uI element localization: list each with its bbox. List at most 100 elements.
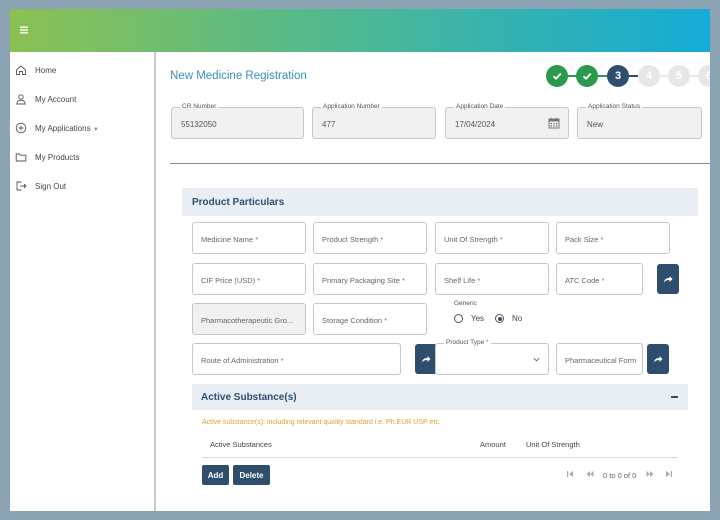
atc-code-lookup-button[interactable] [657, 264, 679, 294]
storage-condition-input[interactable]: Storage Condition * [313, 303, 427, 335]
placeholder-text: Product Strength [322, 235, 379, 244]
step-6[interactable]: 6 [698, 65, 710, 87]
required-mark: * [255, 235, 259, 244]
sidebar-item-my-applications[interactable]: My Applications ▼ [10, 118, 156, 140]
delete-button[interactable]: Delete [233, 465, 270, 485]
pagination-status: 0 to 0 of 0 [603, 471, 637, 480]
chevron-down-icon [533, 357, 540, 362]
application-date-field[interactable]: Application Date 17/04/2024 [445, 103, 569, 139]
placeholder-text: Route of Administration [201, 356, 279, 365]
folder-icon [15, 153, 27, 162]
route-of-administration-input[interactable]: Route of Administration * [192, 343, 401, 375]
product-particulars-header: Product Particulars [182, 188, 698, 216]
active-substances-header[interactable]: Active Substance(s) [192, 384, 688, 410]
step-3[interactable]: 3 [607, 65, 629, 87]
product-type-select[interactable]: Product Type * [435, 339, 549, 375]
step-4[interactable]: 4 [638, 65, 660, 87]
page-title: New Medicine Registration [170, 70, 307, 82]
step-1[interactable] [546, 65, 568, 87]
hamburger-icon[interactable] [20, 26, 28, 34]
generic-no-radio[interactable] [495, 314, 504, 323]
sidebar-item-label-wrap: My Applications ▼ [35, 124, 99, 133]
column-header-unit-of-strength: Unit Of Strength [526, 440, 580, 449]
placeholder-text: ATC Code [565, 276, 600, 285]
field-value: 55132050 [181, 120, 217, 129]
sidebar-item-sign-out[interactable]: Sign Out [10, 176, 156, 198]
required-mark: * [499, 235, 503, 244]
atc-code-input[interactable]: ATC Code * [556, 263, 643, 295]
last-page-icon[interactable] [665, 470, 673, 478]
previous-page-icon[interactable] [586, 470, 594, 478]
step-5[interactable]: 5 [668, 65, 690, 87]
check-icon [582, 72, 592, 80]
required-mark: * [601, 276, 605, 285]
sidebar-item-label: My Products [35, 153, 80, 162]
field-label: Application Date [454, 103, 506, 111]
table-divider [202, 457, 678, 458]
pack-size-input[interactable]: Pack Size * [556, 222, 670, 254]
select-value: Pharmacotherapeutic Gro... [201, 316, 294, 325]
field-value: New [587, 120, 604, 129]
generic-yes-label: Yes [471, 314, 485, 323]
calendar-icon[interactable] [548, 117, 560, 129]
required-mark: * [477, 276, 481, 285]
required-mark: * [280, 356, 284, 365]
placeholder: Shelf Life * [444, 276, 480, 285]
placeholder: ATC Code * [565, 276, 604, 285]
required-mark: * [384, 316, 388, 325]
cr-number-field: CR Number 55132050 [171, 103, 304, 139]
required-mark: * [402, 276, 405, 285]
field-value: 17/04/2024 [455, 120, 496, 129]
shelf-life-input[interactable]: Shelf Life * [435, 263, 549, 295]
sidebar: Home My Account My Applications ▼ My Pro… [10, 52, 156, 511]
placeholder: Pharmaceutical Form * [565, 356, 636, 365]
pharmaceutical-form-lookup-button[interactable] [647, 344, 669, 374]
generic-label: Generic [454, 300, 477, 307]
section-title: Active Substance(s) [201, 392, 297, 403]
collapse-icon[interactable] [671, 396, 678, 398]
placeholder-text: Pharmaceutical Form [565, 356, 636, 365]
placeholder: Unit Of Strength * [444, 235, 503, 244]
field-value: 477 [322, 120, 336, 129]
column-header-amount: Amount [480, 440, 506, 449]
field-label: Application Number [321, 103, 382, 111]
unit-of-strength-input[interactable]: Unit Of Strength * [435, 222, 549, 254]
generic-no-label: No [512, 314, 523, 323]
pharmaceutical-form-input[interactable]: Pharmaceutical Form * [556, 343, 643, 375]
divider [170, 163, 710, 164]
cif-price-input[interactable]: CIF Price (USD) * [192, 263, 306, 295]
column-header-active-substances: Active Substances [210, 440, 272, 449]
active-substances-hint: Active substance(s): including relevant … [202, 419, 441, 426]
placeholder-text: Pack Size [565, 235, 599, 244]
placeholder-text: Primary Packaging Site [322, 276, 400, 285]
plus-circle-icon [15, 122, 27, 134]
section-title: Product Particulars [192, 197, 285, 208]
medicine-name-input[interactable]: Medicine Name * [192, 222, 306, 254]
next-page-icon[interactable] [646, 470, 654, 478]
top-bar [10, 9, 710, 52]
field-label: CR Number [180, 103, 219, 111]
placeholder-text: Shelf Life [444, 276, 476, 285]
sidebar-item-my-account[interactable]: My Account [10, 89, 156, 111]
home-icon [16, 65, 26, 75]
primary-packaging-site-input[interactable]: Primary Packaging Site * [313, 263, 427, 295]
sidebar-item-home[interactable]: Home [10, 60, 156, 82]
generic-yes-radio[interactable] [454, 314, 463, 323]
placeholder-text: Medicine Name [201, 235, 254, 244]
add-button[interactable]: Add [202, 465, 229, 485]
step-2[interactable] [576, 65, 598, 87]
sidebar-item-label: Sign Out [35, 182, 67, 191]
sign-out-icon [16, 181, 27, 191]
pharmacotherapeutic-group-select[interactable]: Pharmacotherapeutic Gro... [192, 303, 306, 335]
share-arrow-icon [664, 276, 673, 283]
main-content: New Medicine Registration 3 4 5 6 CR Num… [158, 52, 710, 511]
field-label: Application Status [586, 103, 643, 111]
sidebar-item-my-products[interactable]: My Products [10, 147, 156, 169]
product-strength-input[interactable]: Product Strength * [313, 222, 427, 254]
first-page-icon[interactable] [566, 470, 574, 478]
placeholder-text: Unit Of Strength [444, 235, 498, 244]
route-of-administration-lookup-button[interactable] [415, 344, 437, 374]
required-mark: * [257, 276, 261, 285]
field-label: Product Type [446, 339, 485, 346]
app-window: Home My Account My Applications ▼ My Pro… [10, 9, 710, 511]
